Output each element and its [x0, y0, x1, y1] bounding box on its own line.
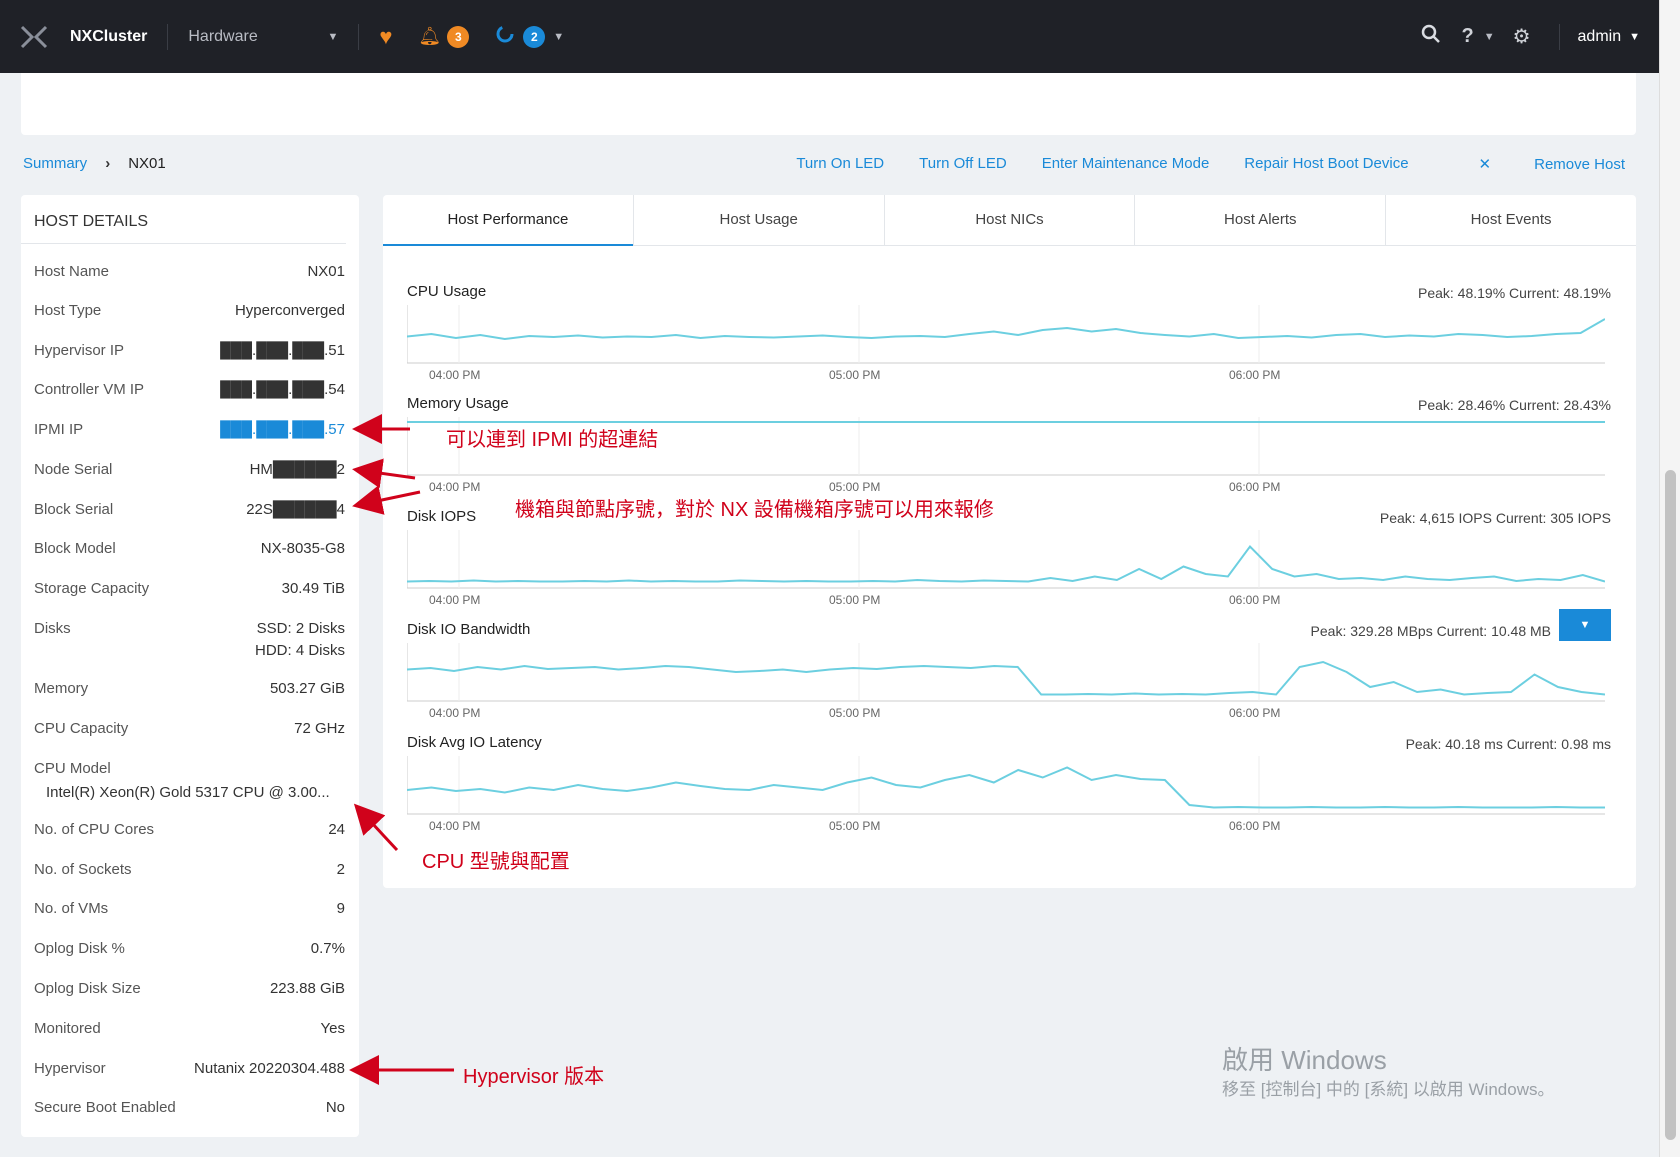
annotation-arrow	[352, 485, 421, 515]
annotation-hypervisor: Hypervisor 版本	[463, 1066, 605, 1088]
windows-activation-title: 啟用 Windows	[1222, 1045, 1387, 1075]
annotation-arrow	[353, 803, 399, 852]
windows-activation-text: 移至 [控制台] 中的 [系統] 以啟用 Windows。	[1222, 1080, 1555, 1099]
annotation-arrows	[349, 414, 454, 1085]
annotation-serial: 機箱與節點序號，對於 NX 設備機箱序號可以用來報修	[515, 499, 994, 521]
annotation-ipmi: 可以連到 IPMI 的超連結	[446, 429, 659, 451]
annotation-arrow	[352, 458, 416, 489]
annotation-cpu: CPU 型號與配置	[422, 851, 570, 873]
